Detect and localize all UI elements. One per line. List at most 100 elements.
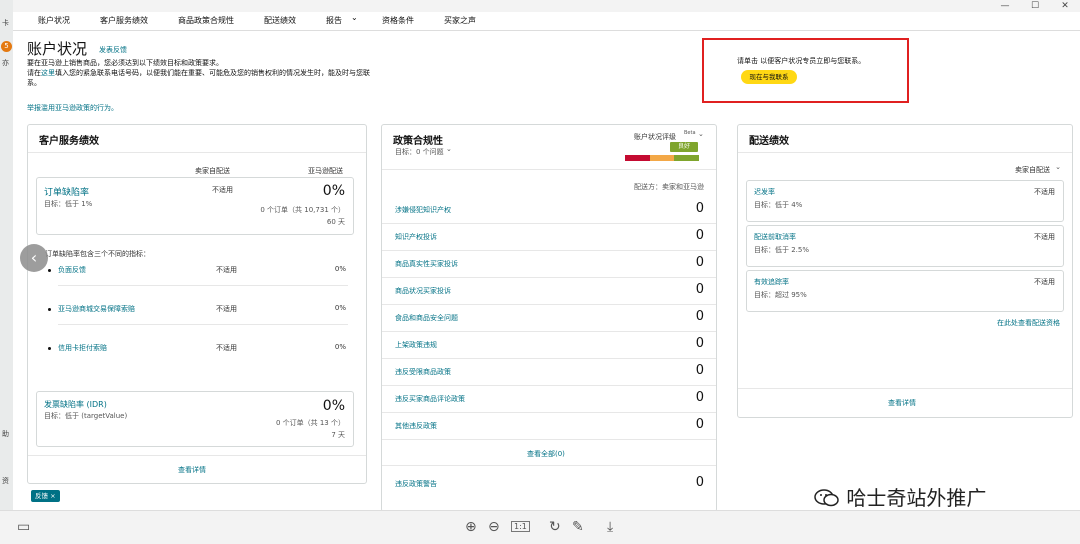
shipping-performance-card: 配送绩效 卖家自配送 ⌄ 迟发率 目标：低于 4% 不适用 配送前取消率 目标：… (737, 124, 1073, 418)
minimize-button[interactable]: — (990, 0, 1020, 12)
metric-a-to-z-claims[interactable]: 亚马逊商城交易保障索赔 (58, 304, 135, 314)
watermark: 哈士奇站外推广 (814, 482, 986, 511)
nav-item-policy-compliance[interactable]: 商品政策合规性 (178, 15, 234, 26)
metric-chargeback-claims[interactable]: 信用卡拒付索赔 (58, 343, 107, 353)
policy-row-label[interactable]: 违反受限商品政策 (395, 367, 451, 377)
actual-size-button[interactable]: 1:1 (511, 521, 530, 532)
policy-row-value: 0 (695, 363, 704, 378)
metric-negative-feedback[interactable]: 负面反馈 (58, 265, 86, 275)
shipping-metric-target: 目标：低于 4% (754, 201, 803, 209)
report-abuse-link[interactable]: 举报滥用亚马逊政策的行为。 (27, 103, 118, 113)
policy-row[interactable]: 违反买家商品评论政策 0 (382, 385, 716, 413)
shipping-eligibility-link[interactable]: 在此处查看配送资格 (997, 318, 1060, 328)
nav-item-account-health[interactable]: 账户状况 (38, 15, 70, 26)
fulfilled-by: 配送方：卖家和亚马逊 (634, 183, 704, 191)
policy-row-label[interactable]: 违反买家商品评论政策 (395, 394, 465, 404)
download-icon[interactable]: ⤓ (607, 519, 613, 535)
policy-row[interactable]: 食品和商品安全问题 0 (382, 304, 716, 332)
view-details-link[interactable]: 查看详情 (178, 465, 206, 475)
policy-row-label[interactable]: 知识产权投诉 (395, 232, 437, 242)
idr-orders: 0 个订单（共 13 个） (275, 419, 345, 427)
policy-compliance-card: 政策合规性 目标：0 个问题 ⌄ 账户状况评级 Beta ⌄ 良好 配送方：卖家… (381, 124, 717, 512)
wechat-icon (814, 489, 839, 507)
card-title: 客户服务绩效 (39, 136, 99, 147)
shipping-metric-label[interactable]: 配送前取消率 (754, 232, 796, 242)
shipping-metric-label[interactable]: 有效追踪率 (754, 277, 789, 287)
close-icon[interactable]: × (50, 492, 55, 500)
card-header: 客户服务绩效 (28, 125, 366, 153)
policy-row-label[interactable]: 商品状况买家投诉 (395, 286, 451, 296)
shipping-metric-label[interactable]: 迟发率 (754, 187, 775, 197)
rating-bar-segment (674, 155, 700, 161)
rotate-icon[interactable]: ↻ (549, 519, 561, 535)
metric-value: 0% (334, 343, 346, 351)
nav-item-voice-of-buyer[interactable]: 买家之声 (444, 15, 476, 26)
card-header: 配送绩效 (738, 125, 1072, 153)
chevron-down-icon[interactable]: ⌄ (698, 130, 704, 138)
odr-label[interactable]: 订单缺陷率 (44, 185, 89, 198)
contact-me-button[interactable]: 现在与我联系 (741, 70, 797, 84)
policy-row-label[interactable]: 涉嫌侵犯知识产权 (395, 205, 451, 215)
policy-target: 目标：0 个问题 (395, 148, 444, 156)
feedback-link[interactable]: 发表反馈 (99, 45, 127, 55)
idr-target: 目标：低于 (targetValue) (44, 412, 128, 420)
chevron-down-icon[interactable]: ⌄ (1055, 163, 1061, 171)
emergency-contact-link[interactable]: 这里 (41, 69, 55, 77)
shipping-metric-box: 迟发率 目标：低于 4% 不适用 (746, 180, 1064, 222)
edit-icon[interactable]: ✎ (572, 519, 584, 535)
shipping-metric-value: 不适用 (1034, 278, 1055, 286)
shipping-metric-box: 配送前取消率 目标：低于 2.5% 不适用 (746, 225, 1064, 267)
policy-row[interactable]: 知识产权投诉 0 (382, 223, 716, 251)
chevron-down-icon: ⌄ (351, 13, 358, 22)
shipping-metric-target: 目标：低于 2.5% (754, 246, 810, 254)
shipping-metric-box: 有效追踪率 目标：超过 95% 不适用 (746, 270, 1064, 312)
idr-label[interactable]: 发票缺陷率 (IDR) (44, 399, 107, 410)
fulfillment-selector[interactable]: 卖家自配送 (1015, 165, 1050, 175)
nav-item-eligibility[interactable]: 资格条件 (382, 15, 414, 26)
policy-row[interactable]: 商品状况买家投诉 0 (382, 277, 716, 305)
intro-line: 要在亚马逊上销售商品，您必须达到以下绩效目标和政策要求。 (27, 59, 223, 67)
policy-warning-label[interactable]: 违反政策警告 (395, 479, 437, 489)
idr-value: 0% (322, 398, 345, 414)
notification-badge[interactable]: 5 (1, 41, 12, 52)
policy-row-value: 0 (695, 309, 704, 324)
left-strip-label: 卡 (2, 19, 9, 27)
policy-row[interactable]: 违反受限商品政策 0 (382, 358, 716, 386)
intro-text: 要在亚马逊上销售商品，您必须达到以下绩效目标和政策要求。 请在这里填入您的紧急联… (27, 58, 382, 88)
panel-icon[interactable]: ▭ (17, 519, 30, 535)
zoom-out-icon[interactable]: ⊖ (488, 519, 500, 535)
policy-row[interactable]: 涉嫌侵犯知识产权 0 (382, 196, 716, 224)
chip-label: 反馈 (35, 492, 48, 500)
feedback-chip[interactable]: 反馈 × (31, 490, 60, 502)
chevron-down-icon[interactable]: ⌄ (446, 145, 452, 153)
divider (738, 388, 1072, 389)
policy-row-label[interactable]: 其他违反政策 (395, 421, 437, 431)
nav-item-reports[interactable]: 报告 (326, 15, 342, 26)
metric-seller-value: 不适用 (216, 266, 237, 274)
close-button[interactable]: ✕ (1050, 0, 1080, 12)
zoom-in-icon[interactable]: ⊕ (465, 519, 477, 535)
column-header-seller: 卖家自配送 (195, 167, 230, 175)
metric-value: 0% (334, 304, 346, 312)
carousel-prev-button[interactable]: ‹ (20, 244, 48, 272)
policy-row[interactable]: 其他违反政策 0 (382, 412, 716, 440)
rating-bar-segment (649, 155, 675, 161)
maximize-button[interactable]: ☐ (1020, 0, 1050, 12)
view-details-link[interactable]: 查看详情 (888, 398, 916, 408)
window-controls: — ☐ ✕ (990, 0, 1080, 12)
policy-row-label[interactable]: 食品和商品安全问题 (395, 313, 458, 323)
view-all-link[interactable]: 查看全部(0) (527, 449, 565, 459)
idr-box: 发票缺陷率 (IDR) 目标：低于 (targetValue) 0% 0 个订单… (36, 391, 354, 447)
nav-item-customer-service[interactable]: 客户服务绩效 (100, 15, 148, 26)
rating-value-badge: 良好 (670, 142, 698, 152)
left-strip-label: 资 (2, 477, 9, 485)
policy-row-label[interactable]: 上架政策违规 (395, 340, 437, 350)
divider (382, 465, 716, 466)
bullet (48, 308, 51, 311)
divider (382, 169, 716, 170)
policy-row-value: 0 (695, 255, 704, 270)
policy-row[interactable]: 上架政策违规 0 (382, 331, 716, 359)
policy-row[interactable]: 商品真实性买家投诉 0 (382, 250, 716, 278)
nav-item-shipping[interactable]: 配送绩效 (264, 15, 296, 26)
policy-row-label[interactable]: 商品真实性买家投诉 (395, 259, 458, 269)
